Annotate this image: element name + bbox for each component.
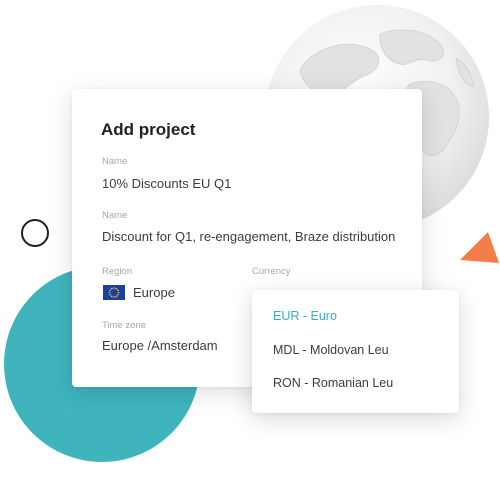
eu-flag-icon [103,285,125,300]
time-zone-select[interactable]: Europe /Amsterdam [102,338,218,353]
time-zone-label: Time zone [102,320,146,331]
currency-dropdown: EUR - Euro MDL - Moldovan Leu RON - Roma… [252,290,459,413]
currency-label: Currency [252,266,291,277]
orange-triangle [460,232,499,263]
description-field[interactable]: Discount for Q1, re-engagement, Braze di… [102,229,395,244]
description-label: Name [102,210,128,221]
currency-option-mdl[interactable]: MDL - Moldovan Leu [273,343,389,357]
region-label: Region [102,266,133,277]
currency-option-ron[interactable]: RON - Romanian Leu [273,376,393,390]
project-name-field[interactable]: 10% Discounts EU Q1 [102,176,231,191]
project-name-label: Name [102,156,128,167]
region-select[interactable]: Europe [133,285,175,300]
card-title: Add project [101,120,196,139]
currency-option-eur[interactable]: EUR - Euro [273,309,337,323]
ring-circle [21,219,49,247]
